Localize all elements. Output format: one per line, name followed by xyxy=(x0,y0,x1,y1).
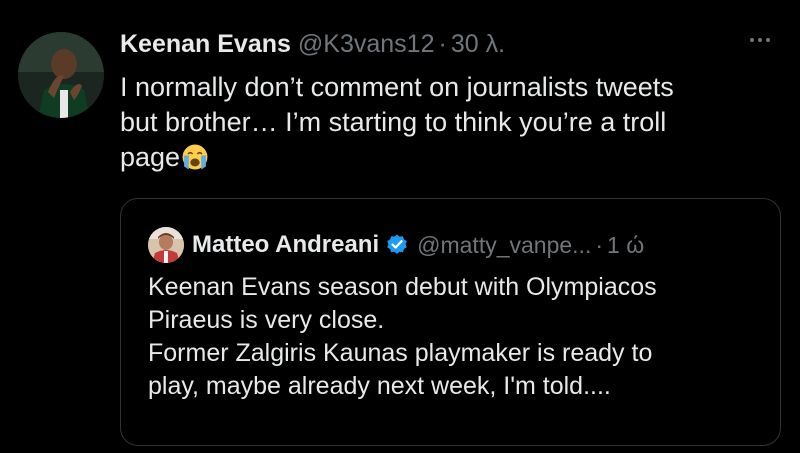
tweet-text-line-last: page xyxy=(120,140,760,175)
quoted-timestamp[interactable]: 1 ώ xyxy=(607,232,644,259)
tweet-header: Keenan Evans @K3vans12 · 30 λ. xyxy=(120,30,505,66)
quoted-author-avatar[interactable] xyxy=(148,227,184,263)
author-name[interactable]: Keenan Evans xyxy=(120,30,291,59)
quoted-author-handle[interactable]: @matty_vanpe... xyxy=(417,232,591,259)
author-avatar-image xyxy=(18,32,104,118)
tweet-text-line: I normally don’t comment on journalists … xyxy=(120,72,674,102)
timestamp[interactable]: 30 λ. xyxy=(451,30,505,59)
separator-dot: · xyxy=(438,30,447,58)
quoted-tweet[interactable]: Matteo Andreani @matty_vanpe... · 1 ώ Ke… xyxy=(120,198,781,446)
quoted-tweet-text: Keenan Evans season debut with Olympiaco… xyxy=(148,271,768,403)
quoted-author-name[interactable]: Matteo Andreani xyxy=(192,231,379,259)
author-avatar[interactable] xyxy=(18,32,104,118)
verified-badge-icon xyxy=(387,234,407,254)
quoted-author-avatar-image xyxy=(148,227,184,263)
tweet-text-line-content: page xyxy=(120,142,181,172)
loudly-crying-face-icon xyxy=(182,144,208,170)
quoted-text-line: Piraeus is very close. xyxy=(148,306,385,334)
more-dot xyxy=(766,38,770,42)
separator-dot: · xyxy=(595,231,604,258)
more-dot xyxy=(750,38,754,42)
quoted-text-line: Keenan Evans season debut with Olympiaco… xyxy=(148,273,657,301)
tweet-text-line: but brother… I’m starting to think you’r… xyxy=(120,107,667,137)
tweet-text: I normally don’t comment on journalists … xyxy=(120,70,760,175)
quoted-tweet-header: Matteo Andreani @matty_vanpe... · 1 ώ xyxy=(148,227,644,263)
quoted-text-line: Former Zalgiris Kaunas playmaker is read… xyxy=(148,339,653,367)
quoted-text-line: play, maybe already next week, I'm told.… xyxy=(148,372,611,400)
more-dot xyxy=(758,38,762,42)
tweet[interactable]: Keenan Evans @K3vans12 · 30 λ. I normall… xyxy=(0,0,800,453)
author-handle[interactable]: @K3vans12 xyxy=(298,30,435,59)
more-icon[interactable] xyxy=(750,38,770,42)
